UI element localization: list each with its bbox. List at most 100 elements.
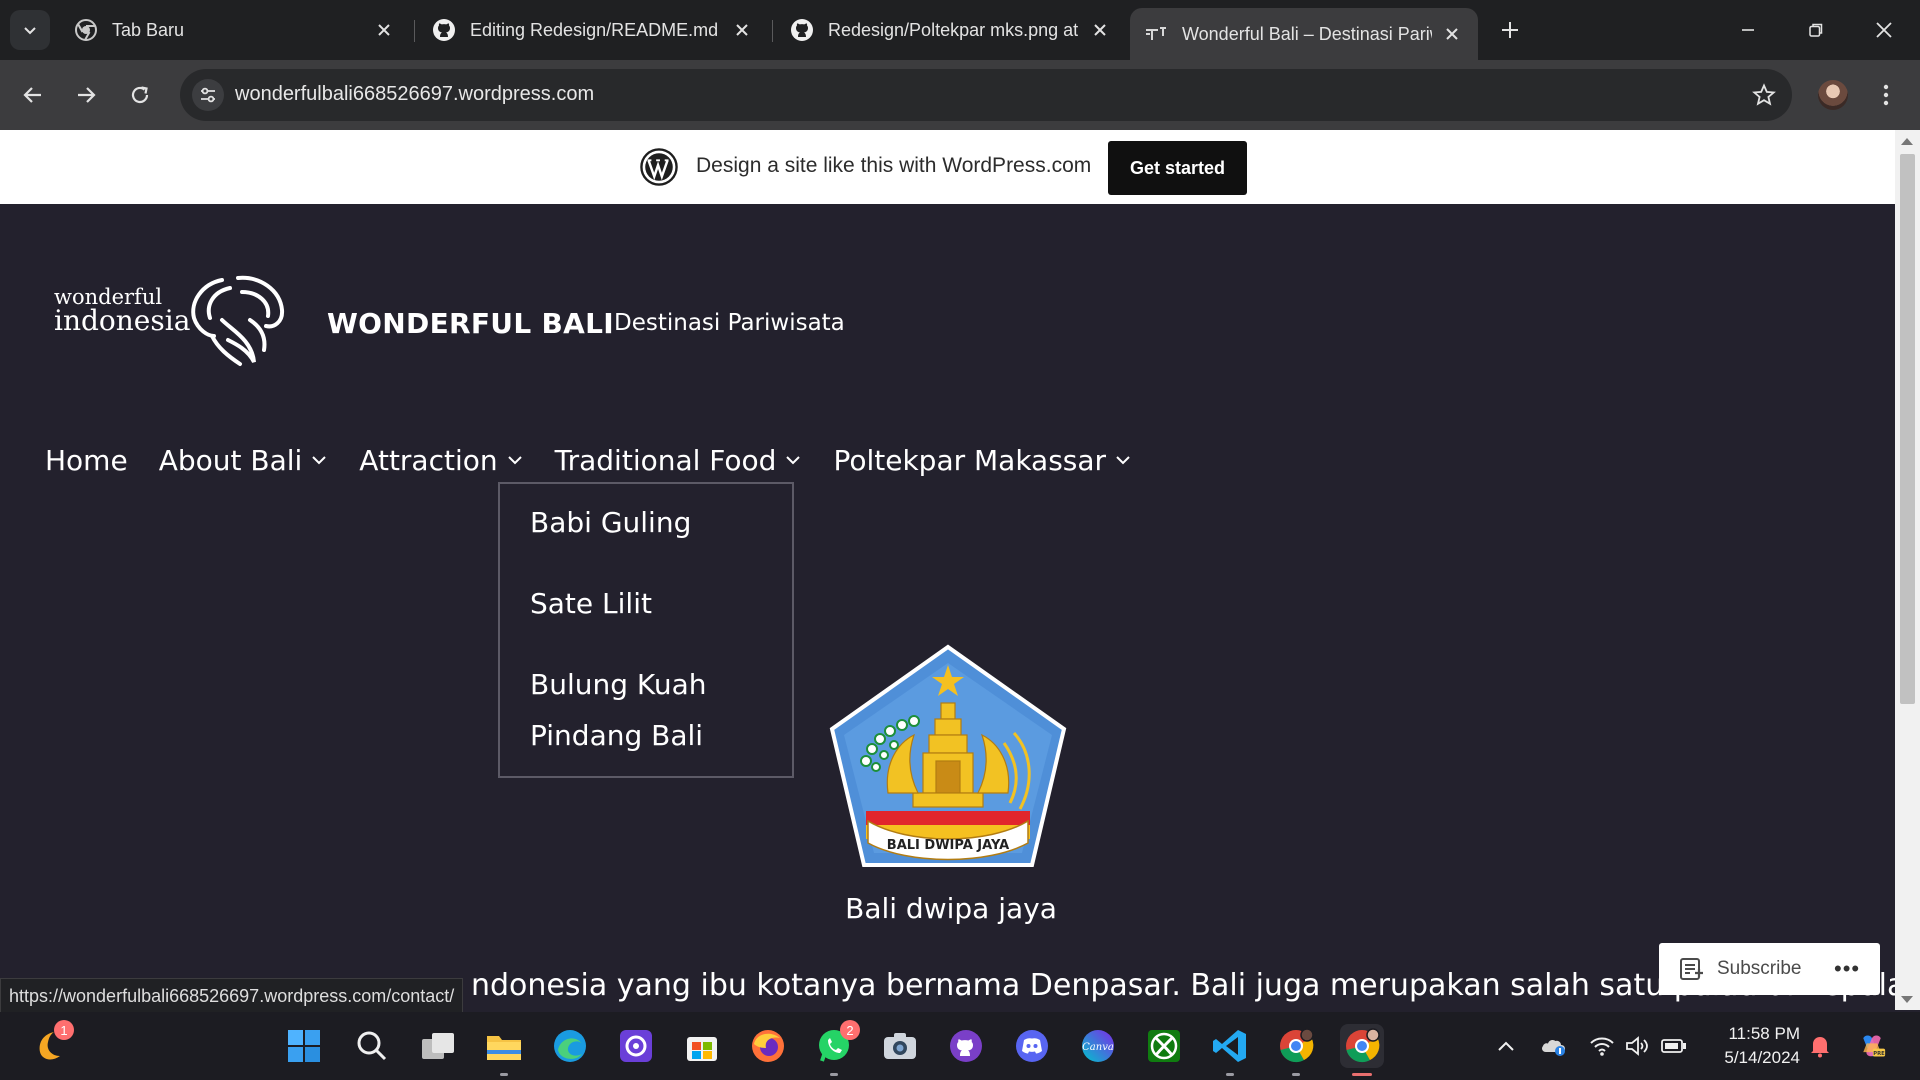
menu-item-traditional-food[interactable]: Traditional Food [555, 444, 803, 477]
bookmark-star-button[interactable] [1750, 81, 1778, 109]
link-hover-status: https://wonderfulbali668526697.wordpress… [0, 978, 464, 1014]
svg-text:Canva: Canva [1082, 1042, 1114, 1053]
taskbar-canva[interactable]: Canva [1076, 1024, 1120, 1068]
notifications-button[interactable] [1806, 1032, 1834, 1060]
search-button[interactable] [350, 1024, 394, 1068]
tab-title: Redesign/Poltekpar mks.png at [828, 19, 1079, 40]
site-info-button[interactable] [192, 79, 224, 111]
more-options-button[interactable]: ••• [1834, 956, 1860, 982]
submenu-item-sate-lilit[interactable]: Sate Lilit [530, 587, 652, 620]
menu-item-label: Home [45, 443, 128, 477]
browser-menu-button[interactable] [1874, 80, 1898, 110]
close-window-button[interactable] [1858, 10, 1910, 50]
menu-item-poltekpar-makassar[interactable]: Poltekpar Makassar [833, 444, 1132, 477]
submenu-item-pindang-bali[interactable]: Pindang Bali [530, 719, 703, 752]
reload-button[interactable] [122, 77, 158, 113]
taskbar-chrome-profile-2[interactable] [1340, 1024, 1384, 1076]
tab-poltekpar-png[interactable]: Redesign/Poltekpar mks.png at [776, 8, 1126, 52]
taskbar-microsoft-store[interactable] [680, 1024, 724, 1068]
minimize-button[interactable] [1722, 10, 1774, 50]
github-icon [790, 18, 814, 42]
wifi-tray[interactable] [1588, 1032, 1616, 1060]
reader-icon [1680, 958, 1703, 980]
wordpress-promo-text: Design a site like this with WordPress.c… [696, 154, 1092, 177]
address-bar[interactable]: wonderfulbali668526697.wordpress.com [180, 69, 1792, 121]
taskbar-camera[interactable] [878, 1024, 922, 1068]
task-view-button[interactable] [416, 1024, 460, 1068]
copilot-icon: PRE [1863, 1035, 1885, 1057]
scroll-up-arrow[interactable] [1901, 138, 1913, 145]
scroll-down-arrow[interactable] [1901, 996, 1913, 1003]
tab-separator [772, 20, 773, 42]
close-icon[interactable] [1440, 22, 1464, 46]
close-icon [1876, 22, 1892, 38]
close-icon[interactable] [730, 18, 754, 42]
scroll-thumb[interactable] [1900, 154, 1915, 704]
page-scrollbar[interactable] [1895, 130, 1920, 1010]
reload-icon [131, 86, 149, 104]
camera-icon [884, 1033, 916, 1059]
taskbar-whatsapp[interactable]: 2 [812, 1020, 860, 1076]
start-button[interactable] [282, 1024, 326, 1068]
wordpress-tab-icon [1144, 22, 1168, 46]
close-icon[interactable] [372, 18, 396, 42]
cloud-icon [1542, 1039, 1565, 1056]
submenu-item-babi-guling[interactable]: Babi Guling [530, 506, 691, 539]
discord-icon [1016, 1030, 1048, 1062]
task-view-icon [422, 1033, 454, 1059]
tab-tab-baru[interactable]: Tab Baru [60, 8, 410, 52]
onedrive-tray[interactable] [1540, 1032, 1568, 1060]
browser-toolbar: wonderfulbali668526697.wordpress.com [0, 60, 1920, 130]
wifi-icon [1590, 1037, 1614, 1056]
tab-search-button[interactable] [10, 10, 50, 50]
clock-date: 5/14/2024 [1724, 1048, 1800, 1067]
battery-icon [1661, 1039, 1686, 1053]
restore-button[interactable] [1790, 10, 1842, 50]
url-text[interactable]: wonderfulbali668526697.wordpress.com [235, 83, 594, 106]
chrome-icon [1280, 1028, 1314, 1063]
site-tagline: Destinasi Pariwisata [614, 310, 845, 336]
app-icon [620, 1030, 652, 1062]
taskbar-firefox[interactable] [746, 1024, 790, 1068]
taskbar-app-camera-purple[interactable] [614, 1024, 658, 1068]
tab-title: Editing Redesign/README.md at [470, 19, 722, 40]
back-button[interactable] [15, 77, 51, 113]
running-indicator [830, 1073, 838, 1076]
arrow-left-icon [23, 87, 41, 103]
battery-tray[interactable] [1660, 1032, 1688, 1060]
chrome-icon [1346, 1028, 1380, 1063]
taskbar-chrome-profile-1[interactable] [1274, 1024, 1318, 1076]
menu-item-about-bali[interactable]: About Bali [159, 444, 329, 477]
volume-tray[interactable] [1624, 1032, 1652, 1060]
close-icon[interactable] [1088, 18, 1112, 42]
tab-editing-readme[interactable]: Editing Redesign/README.md at [418, 8, 768, 52]
notification-badge: 1 [54, 1020, 74, 1040]
taskbar-app-moon[interactable]: 1 [26, 1020, 74, 1068]
taskbar-edge[interactable] [548, 1024, 592, 1068]
menu-item-attraction[interactable]: Attraction [359, 444, 523, 477]
chrome-icon [74, 18, 98, 42]
new-tab-button[interactable] [1494, 14, 1526, 46]
wonderful-indonesia-logo[interactable]: wonderful indonesia [52, 270, 287, 370]
menu-item-label: Attraction [359, 443, 498, 477]
forward-button[interactable] [68, 77, 104, 113]
menu-item-home[interactable]: Home [45, 444, 128, 477]
taskbar-file-explorer[interactable] [482, 1024, 526, 1076]
subscribe-label[interactable]: Subscribe [1717, 958, 1802, 980]
tab-strip: Tab Baru Editing Redesign/README.md at R… [0, 0, 1920, 60]
copilot-button[interactable]: PRE [1858, 1032, 1886, 1060]
subscribe-widget[interactable]: Subscribe ••• [1659, 943, 1880, 995]
site-title[interactable]: WONDERFUL BALI [327, 307, 614, 340]
system-clock[interactable]: 11:58 PM 5/14/2024 [1700, 1022, 1800, 1070]
tab-wonderful-bali[interactable]: Wonderful Bali – Destinasi Pariwisata [1130, 8, 1478, 60]
taskbar-github-desktop[interactable] [944, 1024, 988, 1068]
show-hidden-icons-button[interactable] [1492, 1032, 1520, 1060]
taskbar-xbox[interactable] [1142, 1024, 1186, 1068]
get-started-button[interactable]: Get started [1108, 141, 1247, 195]
menu-item-label: About Bali [158, 443, 303, 477]
submenu-item-bulung-kuah[interactable]: Bulung Kuah [530, 668, 707, 701]
taskbar-discord[interactable] [1010, 1024, 1054, 1068]
taskbar-vscode[interactable] [1208, 1024, 1252, 1076]
plus-icon [1502, 22, 1518, 38]
profile-avatar[interactable] [1818, 80, 1848, 110]
